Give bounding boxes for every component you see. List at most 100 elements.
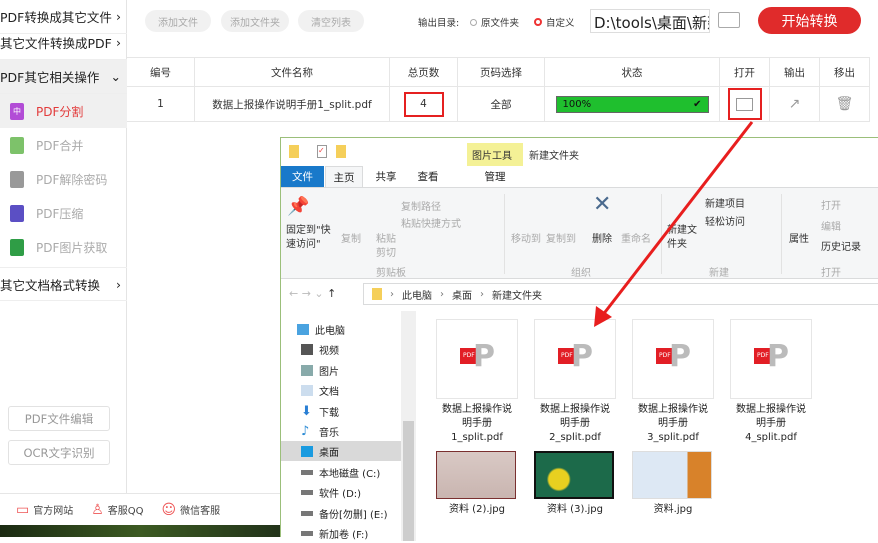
chevron-right-icon: ›: [116, 9, 121, 24]
start-convert-button[interactable]: 开始转换: [758, 7, 861, 34]
sidebar-item-pdf-merge[interactable]: PDF合并: [0, 128, 127, 162]
group-organize: 组织: [571, 268, 591, 279]
nav-drive-d[interactable]: 软件 (D:): [301, 482, 361, 502]
radio-icon: [470, 18, 477, 26]
ocr-button[interactable]: OCR文字识别: [8, 440, 110, 465]
file-item[interactable]: PDF P 数据上报操作说 明手册 2_split.pdf: [534, 319, 616, 445]
col-remove: 移出: [820, 57, 870, 87]
pages-highlight: 4: [403, 91, 444, 117]
qq-link[interactable]: ♙ 客服QQ: [91, 502, 143, 518]
nav-scrollbar[interactable]: [401, 311, 416, 541]
tab-view[interactable]: 查看: [407, 166, 449, 187]
tab-manage[interactable]: 管理: [467, 166, 523, 187]
paste-button[interactable]: 粘贴: [376, 230, 396, 245]
nav-documents[interactable]: 文档: [301, 380, 339, 400]
nav-desktop[interactable]: 桌面: [281, 441, 401, 461]
nav-drive-c[interactable]: 本地磁盘 (C:): [301, 462, 380, 482]
wechat-icon: ☺: [161, 501, 177, 518]
picture-tools-label: 图片工具: [472, 151, 512, 162]
history-button[interactable]: 历史记录: [821, 238, 861, 253]
image-item[interactable]: 资料 (2).jpg: [436, 451, 518, 517]
add-folder-button[interactable]: 添加文件夹: [221, 10, 289, 32]
group-clipboard: 剪贴板: [376, 268, 406, 279]
merge-icon: [10, 136, 24, 154]
nav-music[interactable]: ♪ 音乐: [301, 421, 339, 441]
monitor-icon: ▭: [16, 501, 30, 518]
copy-to-button[interactable]: 复制到: [546, 230, 576, 245]
nav-pictures[interactable]: 图片: [301, 360, 339, 380]
breadcrumb-new-folder[interactable]: 新建文件夹: [492, 287, 542, 302]
lock-icon: [10, 170, 24, 188]
nav-drive-e[interactable]: 备份[勿删] (E:): [301, 503, 387, 523]
col-output: 输出: [770, 57, 820, 87]
folder-browse-icon[interactable]: [718, 12, 740, 28]
pin-button[interactable]: 固定到"快速访问": [286, 224, 336, 252]
chevron-right-icon: ›: [116, 276, 121, 292]
copy-button[interactable]: 复制: [341, 230, 361, 245]
file-item[interactable]: PDF P 数据上报操作说 明手册 4_split.pdf: [730, 319, 812, 445]
tab-share[interactable]: 共享: [367, 166, 405, 187]
nav-back-forward[interactable]: ← → ⌄ ↑: [289, 287, 336, 300]
new-folder-button[interactable]: 新建文件夹: [667, 224, 699, 252]
tab-file[interactable]: 文件: [281, 166, 324, 187]
row-range[interactable]: 全部: [458, 87, 545, 122]
sidebar: PDF转换成其它文件 › 其它文件转换成PDF › PDF其它相关操作 ⌄ 中 PDF分…: [0, 0, 127, 493]
open-folder-button[interactable]: [727, 88, 762, 120]
properties-icon[interactable]: ✓: [317, 145, 327, 158]
wechat-link[interactable]: ☺ 微信客服: [162, 502, 221, 518]
sidebar-group-other-to-pdf[interactable]: 其它文件转换成PDF ›: [0, 26, 127, 60]
divider: [781, 194, 782, 274]
folder-icon: [372, 288, 382, 300]
nav-drive-f[interactable]: 新加卷 (F:): [301, 523, 368, 543]
easy-access-button[interactable]: 轻松访问: [705, 213, 745, 228]
sidebar-item-pdf-compress[interactable]: PDF压缩: [0, 196, 127, 230]
new-item-button[interactable]: 新建项目: [705, 195, 745, 210]
radio-original[interactable]: 原文件夹: [470, 15, 519, 29]
radio-custom[interactable]: 自定义: [534, 15, 575, 29]
nav-videos[interactable]: 视频: [301, 339, 339, 359]
col-pages: 总页数: [390, 57, 458, 87]
tab-home[interactable]: 主页: [325, 166, 363, 188]
folder-icon: [736, 97, 753, 111]
file-item[interactable]: PDF P 数据上报操作说 明手册 3_split.pdf: [632, 319, 714, 445]
file-explorer-window: ✓ 图片工具 新建文件夹 文件 主页 共享 查看 管理 📌 固定到"快速访问" …: [280, 137, 878, 541]
divider: [504, 194, 505, 274]
trash-icon[interactable]: 🗑: [820, 87, 870, 122]
col-name: 文件名称: [195, 57, 390, 87]
properties-button[interactable]: 属性: [789, 230, 809, 245]
sidebar-item-pdf-unlock[interactable]: PDF解除密码: [0, 162, 127, 196]
clear-list-button[interactable]: 清空列表: [298, 10, 364, 32]
file-item[interactable]: PDF P 数据上报操作说 明手册 1_split.pdf: [436, 319, 518, 445]
radio-selected-icon: [534, 18, 542, 26]
address-bar[interactable]: › 此电脑 › 桌面 › 新建文件夹: [363, 283, 878, 305]
paste-shortcut-button[interactable]: 粘贴快捷方式: [401, 215, 461, 230]
image-item[interactable]: 资料 (3).jpg: [534, 451, 616, 517]
footer: ▭ 官方网站 ♙ 客服QQ ☺ 微信客服: [0, 493, 280, 525]
breadcrumb-this-pc[interactable]: 此电脑: [402, 287, 432, 302]
add-file-button[interactable]: 添加文件: [145, 10, 211, 32]
output-path-input[interactable]: D:\tools\桌面\新建: [590, 9, 710, 33]
pdf-edit-button[interactable]: PDF文件编辑: [8, 406, 110, 431]
sidebar-group-pdf-other[interactable]: PDF其它相关操作 ⌄: [0, 60, 127, 94]
edit-button[interactable]: 编辑: [821, 218, 841, 233]
nav-downloads[interactable]: ⬇ 下载: [301, 401, 339, 421]
open-button[interactable]: 打开: [821, 197, 841, 212]
nav-this-pc[interactable]: 此电脑: [297, 319, 345, 339]
sidebar-item-pdf-images[interactable]: PDF图片获取: [0, 230, 127, 264]
rename-button[interactable]: 重命名: [621, 230, 651, 245]
image-item[interactable]: 资料.jpg: [632, 451, 714, 517]
row-status: 100% ✔: [545, 87, 720, 122]
website-link[interactable]: ▭ 官方网站: [16, 502, 73, 518]
cut-button[interactable]: 剪切: [376, 244, 396, 259]
copy-path-button[interactable]: 复制路径: [401, 198, 441, 213]
pin-icon: 📌: [287, 196, 310, 217]
new-folder-icon[interactable]: [336, 145, 346, 158]
breadcrumb-desktop[interactable]: 桌面: [452, 287, 472, 302]
export-icon[interactable]: ↗: [770, 87, 820, 122]
sidebar-group-other-formats[interactable]: 其它文档格式转换 ›: [0, 267, 127, 301]
move-to-button[interactable]: 移动到: [511, 230, 541, 245]
delete-button[interactable]: 删除: [592, 230, 612, 245]
sidebar-item-pdf-split[interactable]: 中 PDF分割: [0, 94, 127, 128]
col-open: 打开: [720, 57, 770, 87]
group-new: 新建: [709, 268, 729, 279]
